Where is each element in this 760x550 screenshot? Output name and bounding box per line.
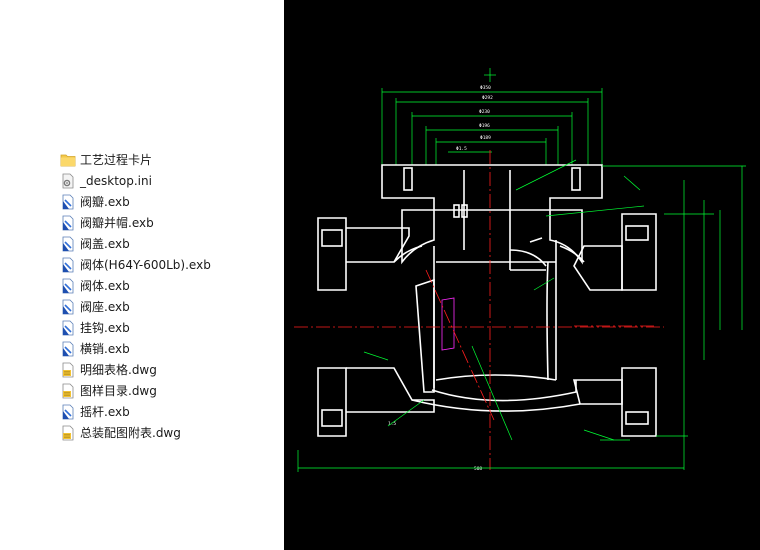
- file-item-label: 阀盖.exb: [80, 237, 130, 251]
- dwg-file-icon: [62, 362, 74, 377]
- file-item-label: 阀瓣.exb: [80, 195, 130, 209]
- file-item[interactable]: 明细表格.dwg: [60, 359, 211, 380]
- dim-label: Φ350: [480, 85, 491, 91]
- file-item-label: 总装配图附表.dwg: [80, 426, 181, 440]
- exb-file-icon: [62, 215, 74, 230]
- file-item-label: 横销.exb: [80, 342, 130, 356]
- file-item[interactable]: 阀瓣并帽.exb: [60, 212, 211, 233]
- file-item[interactable]: 阀座.exb: [60, 296, 211, 317]
- annotation-leaders: [363, 159, 645, 441]
- exb-file-icon: [62, 404, 74, 419]
- file-item[interactable]: 挂钩.exb: [60, 317, 211, 338]
- dim-label: 1:5: [388, 421, 396, 427]
- exb-file-icon: [62, 194, 74, 209]
- file-item[interactable]: 阀瓣.exb: [60, 191, 211, 212]
- exb-file-icon: [62, 341, 74, 356]
- dim-label: 508: [474, 466, 482, 472]
- dim-label: Φ230: [479, 109, 490, 115]
- dwg-file-icon: [62, 425, 74, 440]
- file-list: 工艺过程卡片 _desktop.ini 阀瓣.exb 阀瓣并帽.exb 阀盖.e…: [60, 149, 211, 443]
- top-dimensions: [381, 68, 603, 165]
- file-item[interactable]: 阀盖.exb: [60, 233, 211, 254]
- folder-icon: [60, 154, 76, 166]
- file-item[interactable]: 横销.exb: [60, 338, 211, 359]
- file-list-pane: 工艺过程卡片 _desktop.ini 阀瓣.exb 阀瓣并帽.exb 阀盖.e…: [0, 0, 284, 550]
- exb-file-icon: [62, 236, 74, 251]
- file-item-label: 摇杆.exb: [80, 405, 130, 419]
- settings-file-icon: [62, 173, 74, 188]
- dim-label: Φ292: [482, 95, 493, 101]
- file-item-label: 工艺过程卡片: [80, 153, 153, 167]
- valve-internal-details: [441, 170, 549, 381]
- file-item[interactable]: 图样目录.dwg: [60, 380, 211, 401]
- dwg-file-icon: [62, 383, 74, 398]
- file-item-label: _desktop.ini: [80, 173, 152, 188]
- cad-drawing-viewport[interactable]: Φ350 Φ292 Φ230 Φ196 Φ189 Φ1.5 1:5 508: [284, 0, 760, 550]
- exb-file-icon: [62, 278, 74, 293]
- file-item[interactable]: 阀体.exb: [60, 275, 211, 296]
- exb-file-icon: [62, 299, 74, 314]
- file-item-label: 挂钩.exb: [80, 321, 130, 335]
- file-item-label: 图样目录.dwg: [80, 384, 157, 398]
- dim-label: Φ1.5: [456, 146, 467, 152]
- valve-body-section: [317, 164, 657, 437]
- file-item-label: 阀体.exb: [80, 279, 130, 293]
- valve-assembly-drawing: Φ350 Φ292 Φ230 Φ196 Φ189 Φ1.5 1:5 508: [294, 68, 746, 472]
- exb-file-icon: [62, 257, 74, 272]
- file-item-label: 阀瓣并帽.exb: [80, 216, 154, 230]
- file-item[interactable]: _desktop.ini: [60, 170, 211, 191]
- file-item-label: 阀体(H64Y-600Lb).exb: [80, 258, 211, 272]
- file-item[interactable]: 总装配图附表.dwg: [60, 422, 211, 443]
- exb-file-icon: [62, 320, 74, 335]
- centerlines: [294, 150, 664, 470]
- file-item[interactable]: 摇杆.exb: [60, 401, 211, 422]
- file-item-label: 阀座.exb: [80, 300, 130, 314]
- dim-label: Φ189: [480, 135, 491, 141]
- right-dimensions: [297, 165, 746, 472]
- file-item[interactable]: 工艺过程卡片: [60, 149, 211, 170]
- dim-label: Φ196: [479, 123, 490, 129]
- file-item[interactable]: 阀体(H64Y-600Lb).exb: [60, 254, 211, 275]
- dimension-labels: Φ350 Φ292 Φ230 Φ196 Φ189 Φ1.5 1:5 508: [388, 85, 493, 472]
- file-item-label: 明细表格.dwg: [80, 363, 157, 377]
